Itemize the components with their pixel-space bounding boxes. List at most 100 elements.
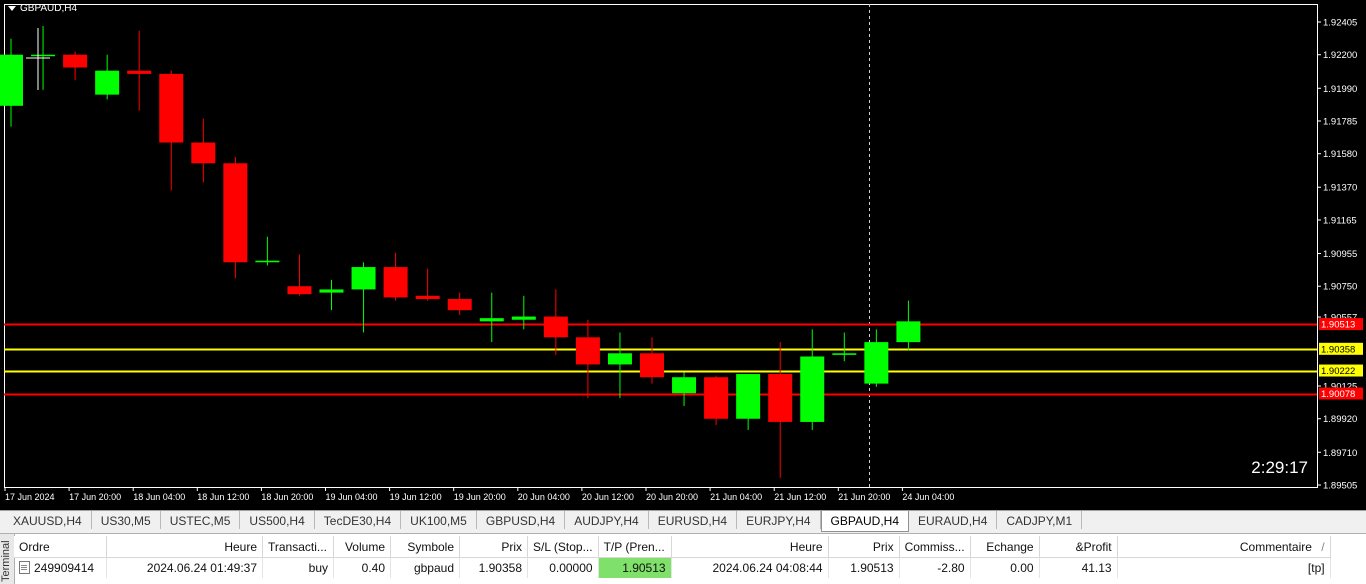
tab-audjpy-h4[interactable]: AUDJPY,H4 xyxy=(565,511,649,529)
tab-eurjpy-h4[interactable]: EURJPY,H4 xyxy=(737,511,821,529)
col-profit[interactable]: &Profit xyxy=(1039,536,1118,558)
price-tick-label: 1.89920 xyxy=(1323,414,1357,425)
candle-body[interactable] xyxy=(383,267,408,298)
price-tick-label: 1.91370 xyxy=(1323,183,1357,194)
plot-frame xyxy=(4,4,1318,488)
sort-slash-icon: / xyxy=(1321,539,1325,554)
price-tick-label: 1.90750 xyxy=(1323,282,1357,293)
candle-body[interactable] xyxy=(31,54,56,57)
candle-body[interactable] xyxy=(832,353,857,355)
time-tick-label: 18 Jun 12:00 xyxy=(197,492,249,502)
candle-body[interactable] xyxy=(223,163,248,263)
tab-gbpusd-h4[interactable]: GBPUSD,H4 xyxy=(477,511,566,529)
tab-us30-m5[interactable]: US30,M5 xyxy=(92,511,161,529)
terminal-side-label-text: Terminal xyxy=(0,540,12,582)
price-tick-label: 1.89505 xyxy=(1323,481,1357,492)
tab-gbpaud-h4[interactable]: GBPAUD,H4 xyxy=(820,511,910,532)
candle-body[interactable] xyxy=(768,374,793,422)
time-tick-label: 21 Jun 20:00 xyxy=(838,492,890,502)
cell-ordre-text: 249909414 xyxy=(34,561,95,575)
col-transaction[interactable]: Transacti... xyxy=(262,536,334,558)
tab-euraud-h4[interactable]: EURAUD,H4 xyxy=(909,511,998,529)
candle-body[interactable] xyxy=(511,316,536,320)
chart-menu-triangle-icon[interactable] xyxy=(8,6,16,11)
level-price-label: 1.90513 xyxy=(1321,320,1355,331)
price-tick-label: 1.92200 xyxy=(1323,50,1357,61)
cell-echange: 0.00 xyxy=(970,557,1040,578)
candle-body[interactable] xyxy=(255,260,280,263)
candle-body[interactable] xyxy=(640,353,664,378)
price-tick-label: 1.91785 xyxy=(1323,116,1357,127)
candle-body[interactable] xyxy=(127,70,152,74)
chart-symbol-label: GBPAUD,H4 xyxy=(20,3,78,14)
candle-body[interactable] xyxy=(159,73,184,143)
candle-body[interactable] xyxy=(191,142,216,164)
history-table: Ordre Heure Transacti... Volume Symbole … xyxy=(14,536,1331,578)
candle-body[interactable] xyxy=(287,286,312,295)
chart-title[interactable]: GBPAUD,H4 xyxy=(8,3,77,14)
col-tp[interactable]: T/P (Pren... xyxy=(598,536,672,558)
level-price-label: 1.90222 xyxy=(1321,366,1355,377)
candle-body[interactable] xyxy=(575,337,600,365)
cell-heure-close: 2024.06.24 04:08:44 xyxy=(671,557,829,578)
candle-body[interactable] xyxy=(864,342,889,384)
time-tick-label: 20 Jun 04:00 xyxy=(518,492,570,502)
terminal-side-label[interactable]: Terminal xyxy=(0,534,15,584)
candle-body[interactable] xyxy=(607,353,632,365)
candle-body[interactable] xyxy=(704,377,729,419)
cell-prix: 1.90358 xyxy=(459,557,528,578)
col-symbole[interactable]: Symbole xyxy=(390,536,460,558)
tab-uk100-m5[interactable]: UK100,M5 xyxy=(401,511,477,529)
table-header-row: Ordre Heure Transacti... Volume Symbole … xyxy=(14,536,1331,558)
candle-body[interactable] xyxy=(736,374,761,419)
price-tick-label: 1.89710 xyxy=(1323,448,1357,459)
col-sl[interactable]: S/L (Stop... xyxy=(527,536,599,558)
col-volume[interactable]: Volume xyxy=(333,536,391,558)
tab-eurusd-h4[interactable]: EURUSD,H4 xyxy=(649,511,738,529)
candle-body[interactable] xyxy=(95,70,120,95)
candle-body[interactable] xyxy=(800,356,825,422)
tab-tecde30-h4[interactable]: TecDE30,H4 xyxy=(315,511,402,529)
time-tick-label: 18 Jun 20:00 xyxy=(261,492,313,502)
candle-body[interactable] xyxy=(0,54,23,106)
tab-us500-h4[interactable]: US500,H4 xyxy=(240,511,315,529)
terminal-panel: Terminal Ordre Heure Transacti... Volume… xyxy=(0,533,1366,584)
time-tick-label: 24 Jun 04:00 xyxy=(902,492,954,502)
col-heure-close[interactable]: Heure xyxy=(671,536,829,558)
candle-body[interactable] xyxy=(543,316,568,338)
table-row[interactable]: 249909414 2024.06.24 01:49:37 buy 0.40 g… xyxy=(14,557,1331,578)
col-commentaire-label: Commentaire xyxy=(1239,539,1312,554)
candle-body[interactable] xyxy=(351,267,376,290)
col-echange[interactable]: Echange xyxy=(970,536,1040,558)
col-commission[interactable]: Commiss... xyxy=(899,536,971,558)
col-ordre[interactable]: Ordre xyxy=(14,536,107,558)
cell-ordre: 249909414 xyxy=(14,557,107,578)
col-prix-close[interactable]: Prix xyxy=(828,536,900,558)
tab-xauusd-h4[interactable]: XAUUSD,H4 xyxy=(4,511,92,529)
candle-body[interactable] xyxy=(63,54,88,68)
price-tick-label: 1.91580 xyxy=(1323,149,1357,160)
price-tick-label: 1.91990 xyxy=(1323,84,1357,95)
col-commentaire[interactable]: Commentaire / xyxy=(1117,536,1331,558)
time-tick-label: 21 Jun 04:00 xyxy=(710,492,762,502)
candle-body[interactable] xyxy=(672,377,697,394)
candle-body[interactable] xyxy=(415,295,440,300)
candle-body[interactable] xyxy=(447,299,472,311)
time-tick-label: 20 Jun 12:00 xyxy=(582,492,634,502)
price-tick-label: 1.92405 xyxy=(1323,18,1357,29)
tab-ustec-m5[interactable]: USTEC,M5 xyxy=(161,511,241,529)
col-heure[interactable]: Heure xyxy=(106,536,263,558)
level-price-label: 1.90358 xyxy=(1321,344,1355,355)
chart-window[interactable]: 1.92405 1.92200 1.91990 1.91785 1.91580 1.913… xyxy=(0,0,1366,510)
candle-body[interactable] xyxy=(479,318,504,322)
time-tick-label: 21 Jun 12:00 xyxy=(774,492,826,502)
col-prix[interactable]: Prix xyxy=(459,536,528,558)
level-price-label: 1.90078 xyxy=(1321,389,1355,400)
candle-body[interactable] xyxy=(896,321,921,343)
candle-body[interactable] xyxy=(319,289,344,293)
cell-type: buy xyxy=(262,557,334,578)
tab-cadjpy-m1[interactable]: CADJPY,M1 xyxy=(997,511,1083,529)
cell-tp: 1.90513 xyxy=(598,557,672,578)
price-chart[interactable]: 1.92405 1.92200 1.91990 1.91785 1.91580 1.913… xyxy=(0,0,1366,510)
candle-timer: 2:29:17 xyxy=(1251,458,1308,477)
